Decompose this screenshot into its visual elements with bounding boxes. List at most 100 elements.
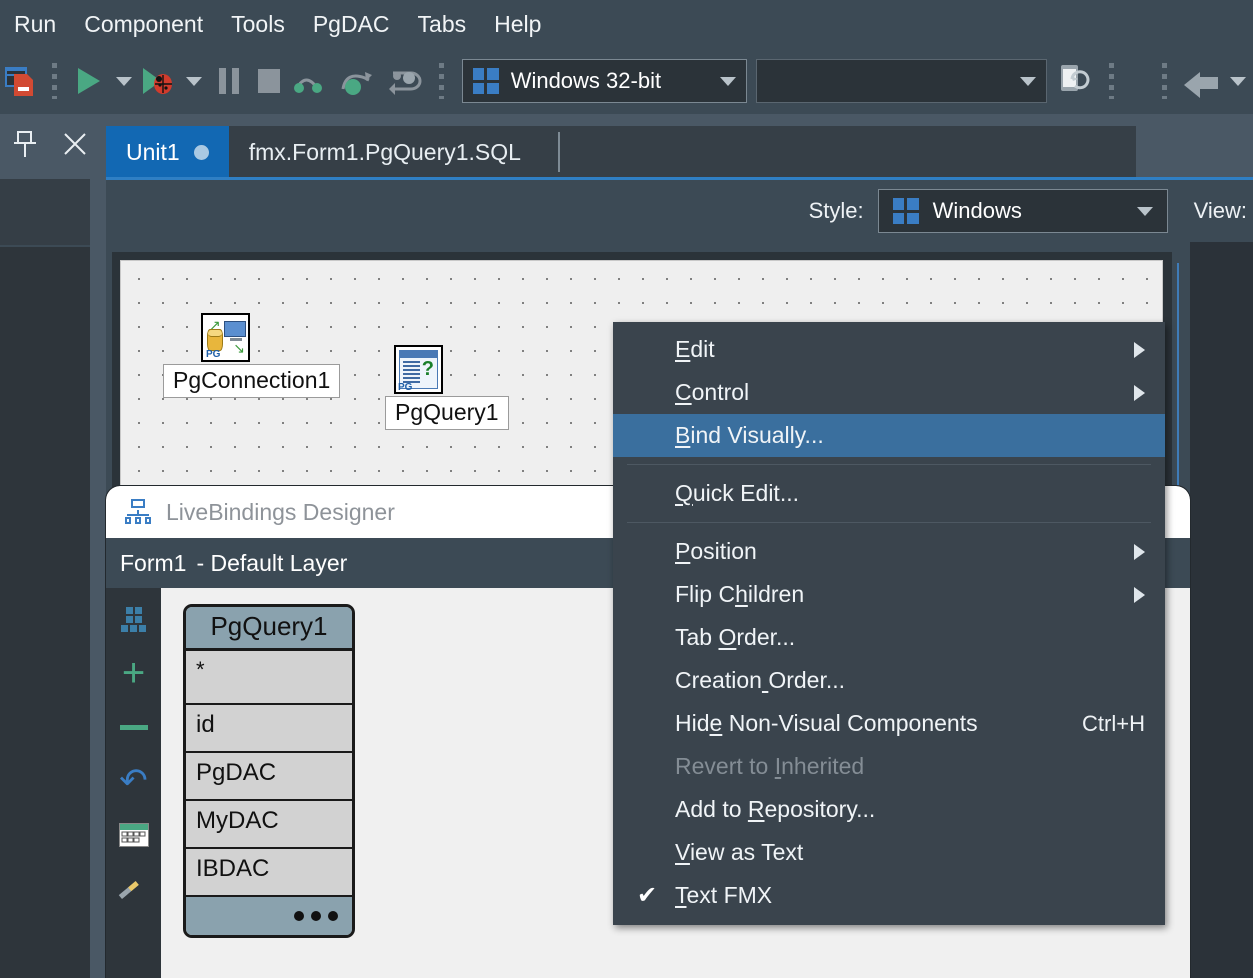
tab-fmx-form1-pgquery1-sql[interactable]: fmx.Form1.PgQuery1.SQL — [228, 126, 541, 179]
context-menu-item-edit[interactable]: Edit — [613, 328, 1165, 371]
binding-node-title: PgQuery1 — [186, 607, 352, 651]
pg-query-icon: ? PG — [394, 345, 443, 394]
pg-connection-icon: ↗ ↘ PG — [201, 313, 250, 362]
panel-pin-controls — [0, 114, 100, 179]
context-menu-item-creation-order[interactable]: Creation Order... — [613, 659, 1165, 702]
live-data-icon[interactable] — [115, 816, 153, 854]
binding-node-more[interactable] — [186, 897, 352, 935]
tab-unit1[interactable]: Unit1 — [106, 126, 229, 179]
context-menu-item-label: View as Text — [675, 839, 804, 865]
context-menu-item-flip-children[interactable]: Flip Children — [613, 573, 1165, 616]
tab-unit1-label: Unit1 — [126, 139, 180, 165]
chevron-down-icon — [720, 76, 737, 86]
context-menu-item-shortcut: Ctrl+H — [1082, 710, 1145, 736]
target-combo[interactable] — [756, 59, 1048, 103]
run-debug-icon[interactable] — [139, 58, 179, 104]
context-menu-item-label: Add to Repository... — [675, 796, 876, 822]
left-rail-gutter — [90, 179, 106, 978]
pause-icon[interactable] — [209, 58, 249, 104]
tab-modified-dot — [193, 145, 209, 160]
wizard-wand-icon[interactable] — [115, 870, 153, 908]
mobile-refresh-icon[interactable] — [1053, 58, 1097, 104]
component-pgconnection1[interactable]: ↗ ↘ PG PgConnection1 — [163, 313, 341, 399]
menu-tools[interactable]: Tools — [217, 0, 299, 48]
binding-node-field[interactable]: * — [186, 651, 352, 705]
context-menu-item-label: Quick Edit... — [675, 480, 799, 506]
context-menu-item-label: Text FMX — [675, 882, 773, 908]
context-menu-item-label: Position — [675, 538, 757, 564]
tab-strip-filler — [540, 126, 1136, 179]
close-icon[interactable] — [62, 131, 88, 162]
context-menu-item-label: Creation Order... — [675, 667, 846, 693]
livebindings-layer-name: - Default Layer — [196, 549, 348, 576]
main-toolbar: Windows 32-bit — [0, 48, 1253, 114]
menu-bar: Run Component Tools PgDAC Tabs Help — [0, 0, 1253, 48]
component-pgquery1[interactable]: ? PG PgQuery1 — [385, 345, 509, 431]
style-combo[interactable]: Windows — [877, 189, 1168, 233]
binding-node-field[interactable]: IBDAC — [186, 849, 352, 897]
left-rail-top — [0, 179, 90, 245]
context-menu-item-tab-order[interactable]: Tab Order... — [613, 616, 1165, 659]
livebindings-toolbar: + ↶ — [106, 588, 161, 978]
binding-node-field[interactable]: MyDAC — [186, 801, 352, 849]
context-menu-item-text-fmx[interactable]: ✔ Text FMX — [613, 874, 1165, 917]
platform-combo[interactable]: Windows 32-bit — [461, 59, 748, 103]
context-menu: Edit Control Bind Visually... Quick Edit...… — [613, 322, 1165, 925]
bindings-grid-icon[interactable] — [115, 600, 153, 638]
binding-node-field[interactable]: id — [186, 705, 352, 753]
submenu-arrow-icon — [1134, 543, 1145, 560]
context-menu-item-hide-non-visual-components[interactable]: Hide Non-Visual Components Ctrl+H — [613, 702, 1165, 745]
menu-pgdac[interactable]: PgDAC — [299, 0, 404, 48]
run-to-cursor-icon[interactable] — [381, 58, 427, 104]
toolbar-separator — [1162, 63, 1167, 99]
remove-icon[interactable] — [115, 708, 153, 746]
tab-divider — [558, 132, 560, 172]
trace-into-icon[interactable] — [335, 58, 381, 104]
chevron-down-icon — [1020, 76, 1037, 86]
context-menu-item-label: Edit — [675, 336, 715, 362]
save-all-icon[interactable] — [0, 58, 40, 104]
context-menu-item-label: Bind Visually... — [675, 422, 824, 448]
context-menu-item-view-as-text[interactable]: View as Text — [613, 831, 1165, 874]
context-menu-item-position[interactable]: Position — [613, 530, 1165, 573]
pin-icon[interactable] — [12, 129, 38, 164]
context-menu-item-bind-visually[interactable]: Bind Visually... — [613, 414, 1165, 457]
menu-tabs[interactable]: Tabs — [404, 0, 481, 48]
view-label: View: — [1193, 198, 1247, 223]
back-dropdown-icon[interactable] — [1223, 58, 1253, 104]
windows-logo-icon — [472, 68, 499, 94]
submenu-arrow-icon — [1134, 384, 1145, 401]
menu-component[interactable]: Component — [70, 0, 217, 48]
step-over-icon[interactable] — [289, 58, 335, 104]
livebindings-icon — [124, 499, 152, 525]
submenu-arrow-icon — [1134, 341, 1145, 358]
menu-run[interactable]: Run — [0, 0, 70, 48]
toolbar-separator — [52, 63, 57, 99]
context-menu-item-control[interactable]: Control — [613, 371, 1165, 414]
context-menu-item-add-to-repository[interactable]: Add to Repository... — [613, 788, 1165, 831]
component-pgconnection1-label: PgConnection1 — [163, 364, 341, 399]
run-debug-dropdown-icon[interactable] — [179, 58, 209, 104]
context-menu-item-label: Control — [675, 379, 750, 405]
back-arrow-icon[interactable] — [1179, 58, 1223, 104]
left-rail-body — [0, 247, 90, 978]
add-icon[interactable]: + — [115, 653, 153, 693]
context-menu-separator — [627, 522, 1151, 523]
context-menu-item-revert-to-inherited: Revert to Inherited — [613, 745, 1165, 788]
binding-node-pgquery1[interactable]: PgQuery1 * id PgDAC MyDAC IBDAC — [183, 604, 355, 938]
run-dropdown-icon[interactable] — [109, 58, 139, 104]
context-menu-item-quick-edit[interactable]: Quick Edit... — [613, 472, 1165, 515]
menu-help[interactable]: Help — [480, 0, 555, 48]
run-icon[interactable] — [69, 58, 109, 104]
stop-icon[interactable] — [249, 58, 289, 104]
context-menu-item-label: Revert to Inherited — [675, 753, 865, 779]
platform-combo-value: Windows 32-bit — [510, 68, 662, 93]
chevron-down-icon — [1136, 206, 1153, 216]
designer-toolbar: Style: Windows View: — [106, 180, 1253, 242]
livebindings-title: LiveBindings Designer — [166, 498, 395, 525]
undo-icon[interactable]: ↶ — [115, 762, 153, 800]
livebindings-form-name: Form1 — [120, 549, 187, 576]
editor-tabs: Unit1 fmx.Form1.PgQuery1.SQL — [106, 126, 1136, 179]
right-dock-background — [1190, 242, 1253, 978]
binding-node-field[interactable]: PgDAC — [186, 753, 352, 801]
